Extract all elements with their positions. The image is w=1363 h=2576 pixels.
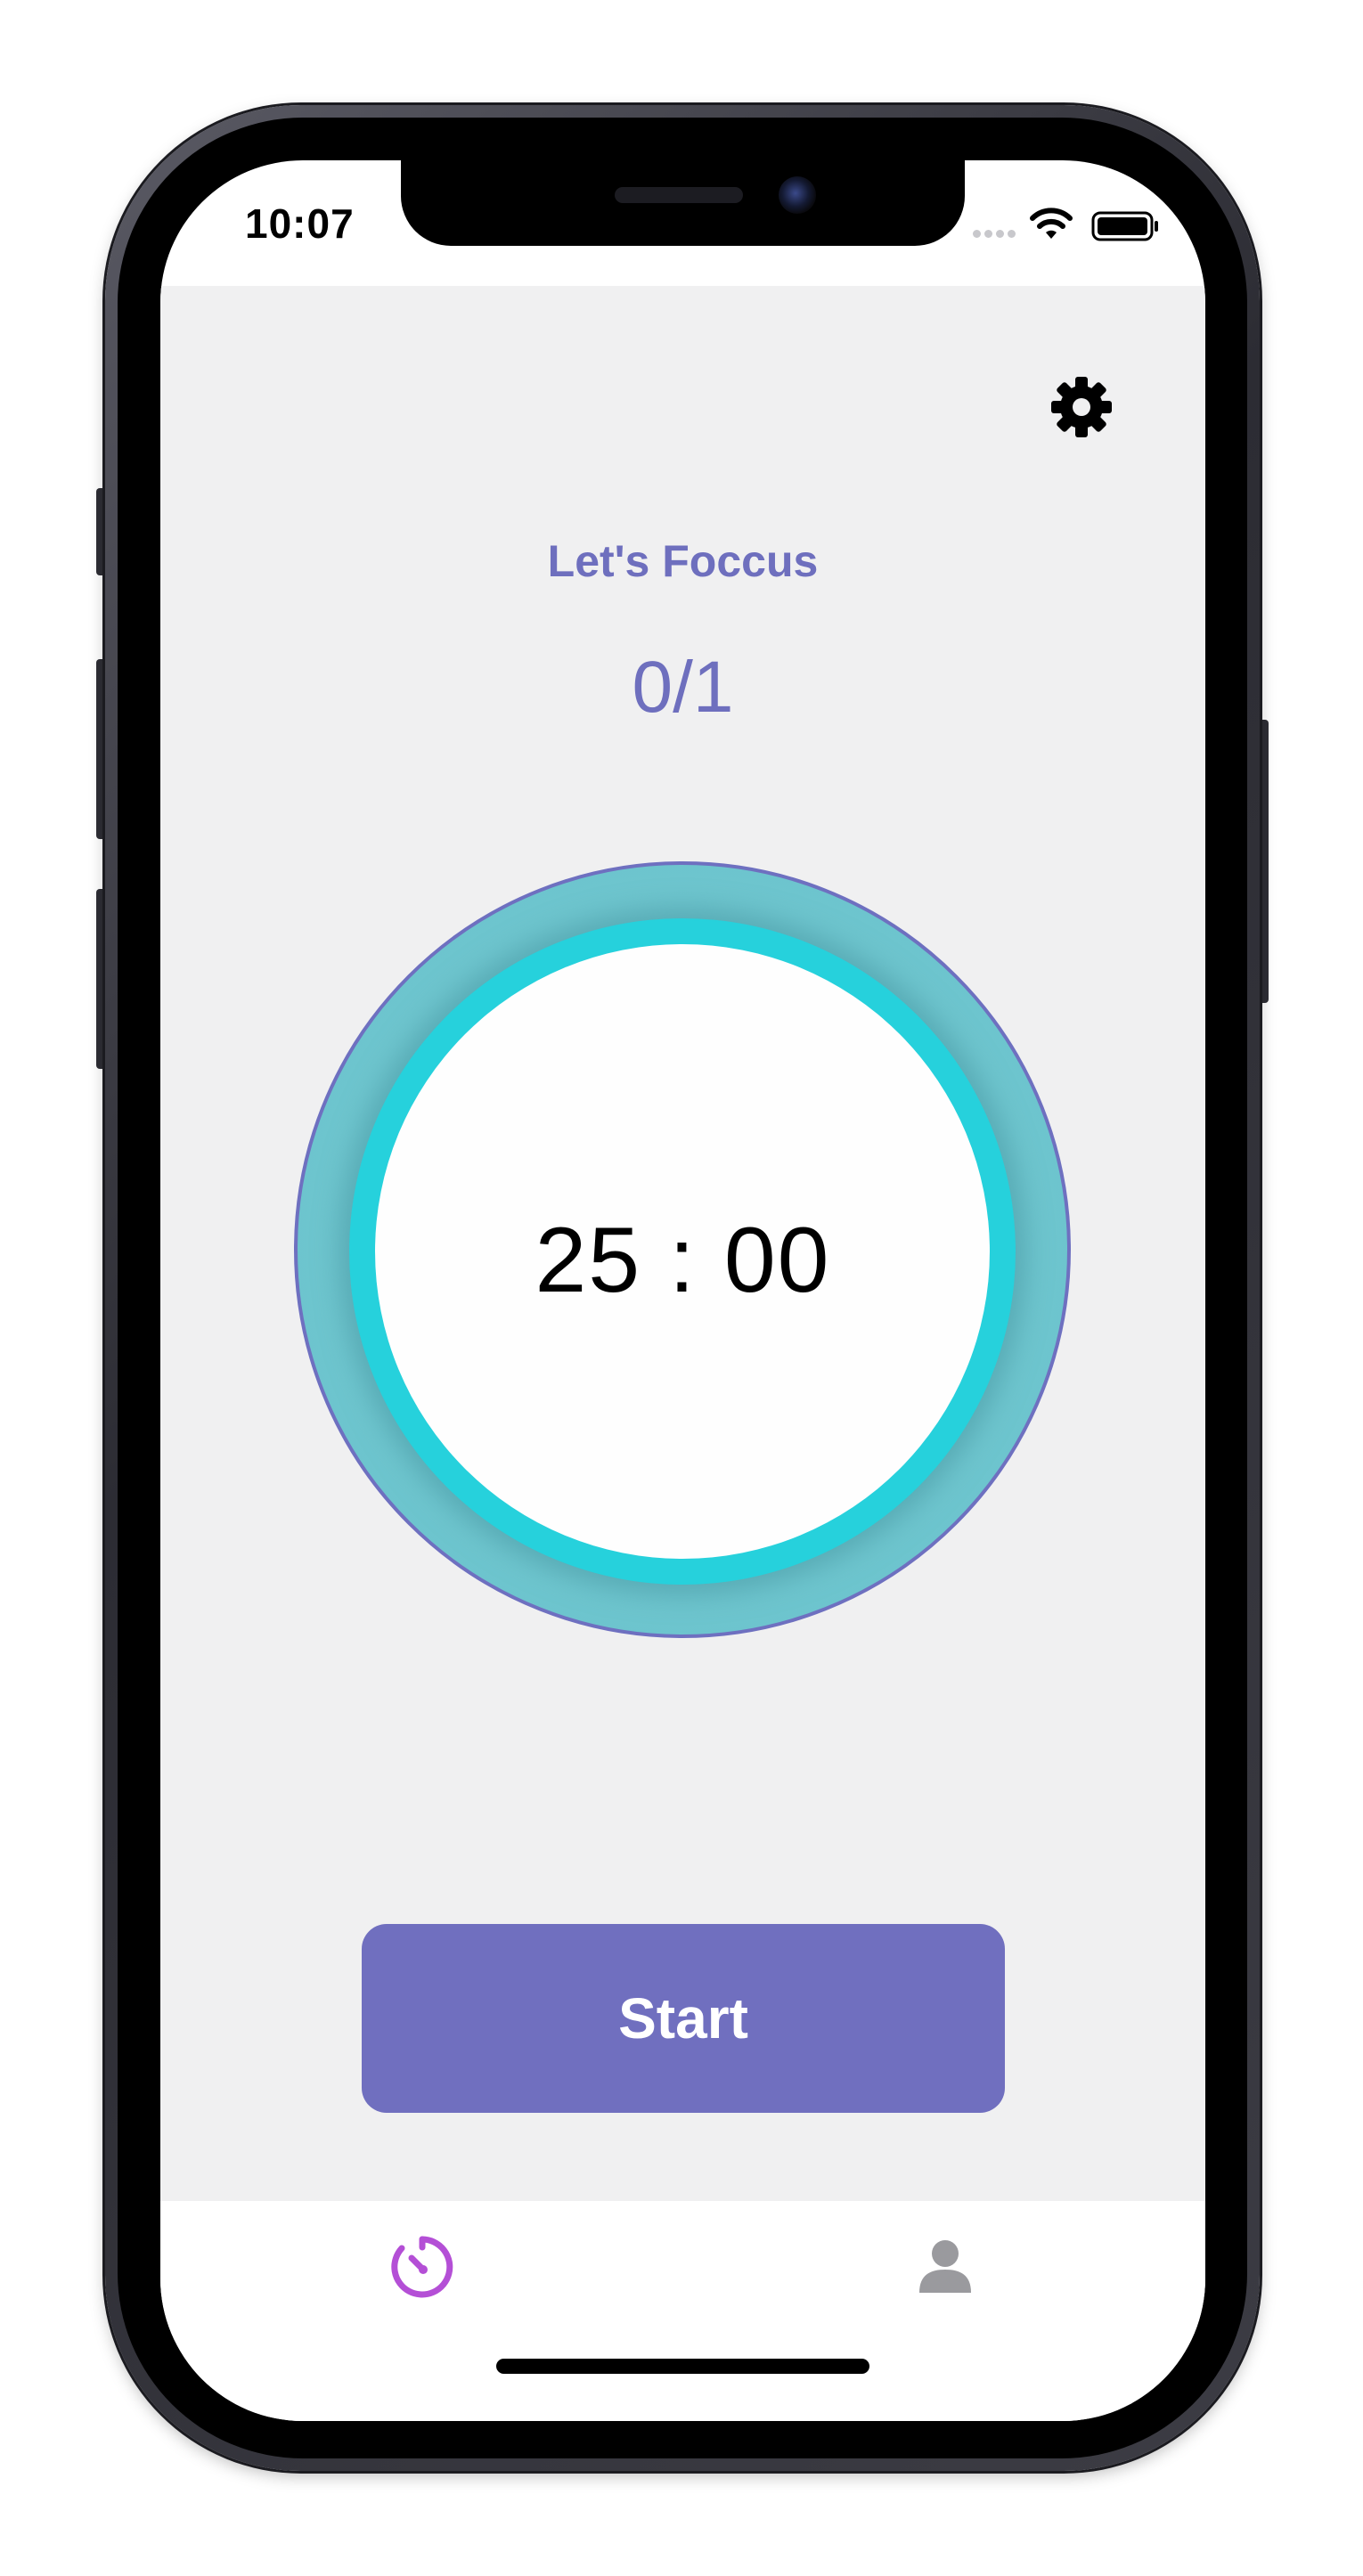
notch: [401, 160, 965, 246]
person-icon: [919, 2240, 971, 2293]
session-counter: 0/1: [632, 647, 734, 728]
tab-profile[interactable]: [901, 2222, 990, 2311]
gear-icon[interactable]: [1049, 375, 1114, 439]
tab-timer[interactable]: [378, 2222, 467, 2311]
battery-icon: [1091, 211, 1158, 241]
status-time: 10:07: [245, 200, 355, 247]
tab-bar: [160, 2201, 1205, 2421]
start-button[interactable]: Start: [362, 1924, 1005, 2113]
device-mockup: 10:07 Let's Foccus 0/1 25: 00 Start: [0, 0, 1363, 2576]
main-content: Let's Foccus 0/1 25 : 00 Start: [160, 286, 1205, 2201]
front-camera: [779, 176, 816, 214]
timer-display: 25 : 00: [535, 1209, 831, 1312]
speaker-grille: [615, 187, 743, 203]
cellular-signal-icon: [973, 230, 1017, 238]
app-screen: 10:07 Let's Foccus 0/1 25: 00 Start: [160, 160, 1205, 2421]
home-indicator: [496, 2359, 869, 2374]
timer-icon: [391, 2236, 453, 2298]
page-title: Let's Foccus: [547, 536, 819, 586]
wifi-icon: [1030, 208, 1073, 239]
